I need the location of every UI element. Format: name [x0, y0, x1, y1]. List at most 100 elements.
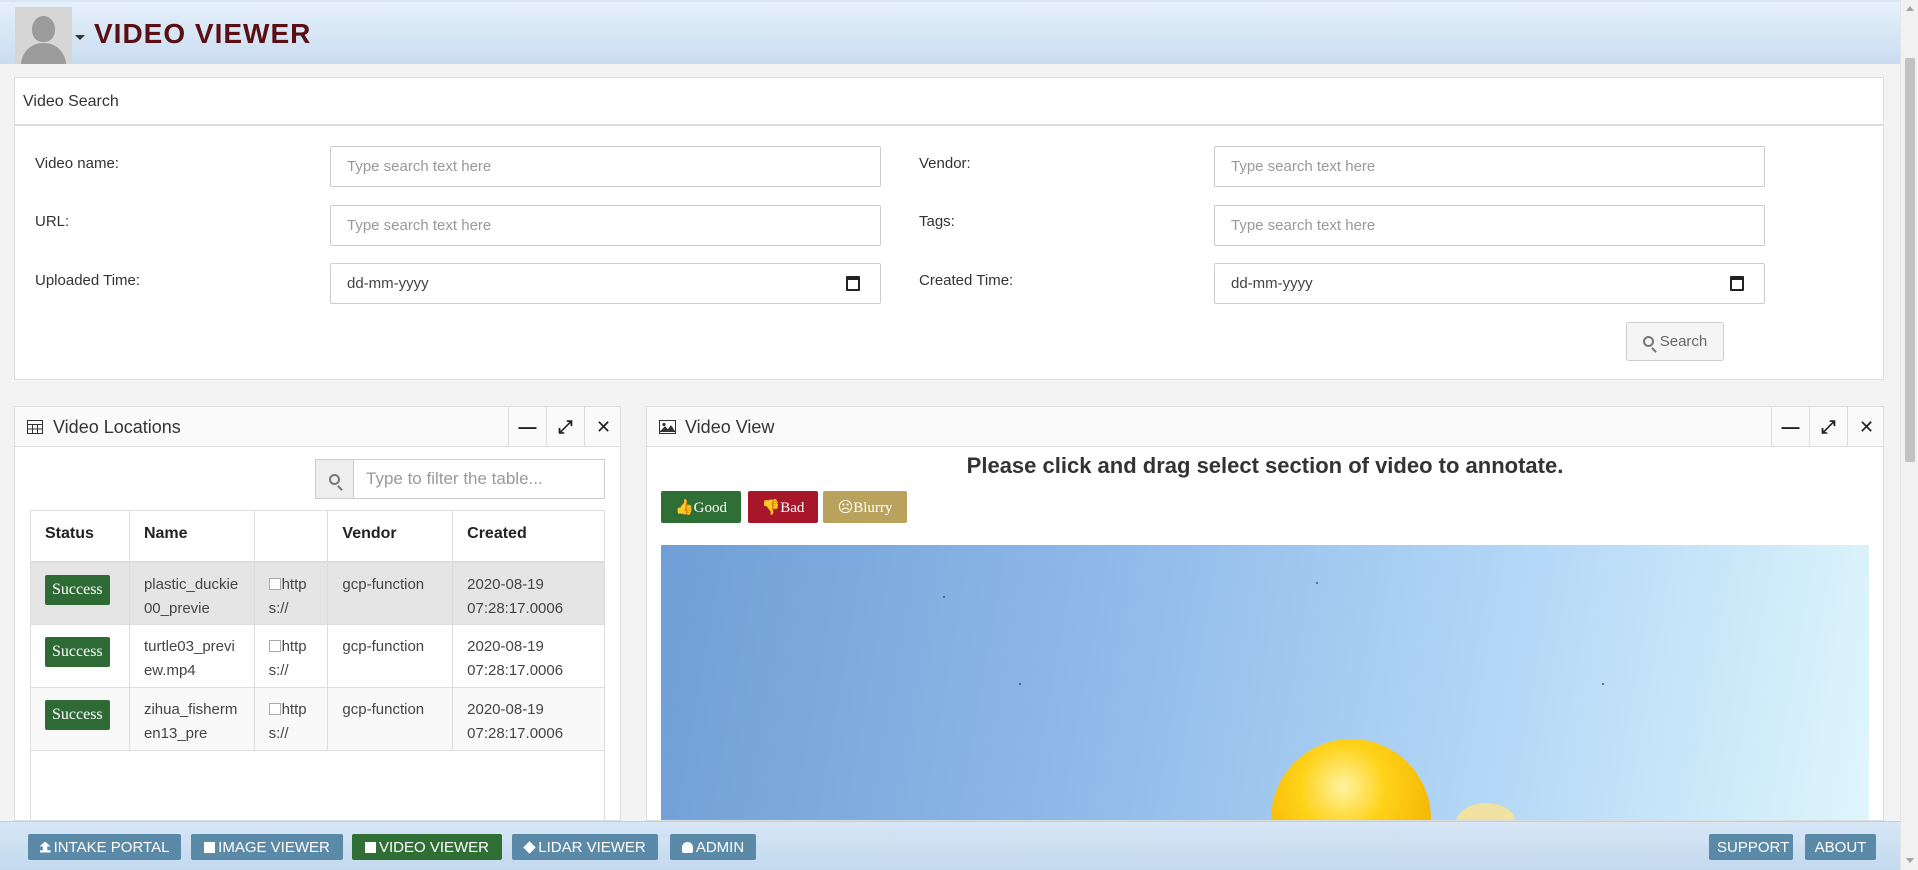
video-locations-header: Video Locations — ⤢ ✕ — [15, 407, 620, 447]
search-icon — [1642, 336, 1654, 347]
created-text: 2020-08-19 07:28:17.0006 — [467, 638, 564, 679]
table-row[interactable]: Success turtle03_preview.mp4 https:// gc… — [30, 624, 605, 688]
created-cell: 2020-08-19 07:28:17.0006 — [452, 687, 605, 751]
video-view-title: Video View — [685, 417, 775, 437]
minimize-icon[interactable]: — — [1771, 407, 1809, 447]
created-cell: 2020-08-19 07:28:17.0006 — [452, 561, 605, 625]
search-button[interactable]: Search — [1626, 322, 1724, 361]
table-filter-input[interactable] — [354, 460, 604, 498]
scroll-down-arrow-icon[interactable] — [1906, 858, 1914, 863]
upload-icon — [39, 841, 51, 853]
close-icon[interactable]: ✕ — [584, 407, 622, 447]
thumbnail-cell: https:// — [253, 624, 329, 688]
uploaded-time-label: Uploaded Time: — [35, 272, 141, 289]
table-filter — [315, 459, 605, 499]
image-viewer-button[interactable]: IMAGE VIEWER — [191, 834, 343, 860]
tags-label: Tags: — [919, 213, 955, 230]
thumbnail-cell: https:// — [253, 687, 329, 751]
created-text: 2020-08-19 07:28:17.0006 — [467, 701, 564, 742]
lidar-viewer-button[interactable]: LIDAR VIEWER — [512, 834, 658, 860]
table-row[interactable]: Success plastic_duckie00_previe https://… — [30, 561, 605, 625]
table-row[interactable]: Success zihua_fishermen13_pre https:// g… — [30, 687, 605, 751]
intake-portal-button[interactable]: INTAKE PORTAL — [28, 834, 181, 860]
close-icon[interactable]: ✕ — [1847, 407, 1883, 447]
file-video-icon — [364, 841, 376, 853]
video-name-input[interactable] — [330, 146, 881, 187]
intake-portal-label: INTAKE PORTAL — [53, 838, 170, 856]
avatar-body-shape — [21, 43, 66, 64]
status-badge: Success — [45, 700, 110, 730]
page-title: VIDEO VIEWER — [94, 18, 312, 49]
column-header-name[interactable]: Name — [128, 510, 255, 563]
vendor-cell: gcp-function — [327, 687, 454, 751]
created-time-date-input[interactable]: dd-mm-yyyy — [1214, 263, 1765, 304]
broken-image-thumbnail: https:// — [268, 576, 307, 617]
scroll-thumb[interactable] — [1905, 58, 1915, 462]
column-header-vendor[interactable]: Vendor — [327, 510, 454, 563]
minimize-icon[interactable]: — — [508, 407, 546, 447]
broken-image-icon — [268, 577, 281, 590]
created-cell: 2020-08-19 07:28:17.0006 — [452, 624, 605, 688]
vertical-scrollbar[interactable] — [1900, 0, 1918, 870]
filter-addon — [316, 460, 354, 498]
frown-icon: ☹ — [837, 499, 854, 516]
lidar-viewer-label: LIDAR VIEWER — [538, 838, 646, 856]
scroll-up-arrow-icon[interactable] — [1906, 6, 1914, 11]
expand-icon[interactable]: ⤢ — [546, 407, 584, 447]
video-name: zihua_fishermen13_pre — [143, 701, 238, 742]
search-button-label: Search — [1659, 333, 1708, 350]
vendor-label: Vendor: — [919, 155, 971, 172]
broken-image-thumbnail: https:// — [268, 638, 307, 679]
table-header-row: Status Name Vendor Created — [30, 510, 605, 563]
thumbs-down-icon: 👎 — [761, 499, 781, 516]
uploaded-time-date-text: dd-mm-yyyy — [347, 275, 429, 292]
column-header-created[interactable]: Created — [452, 510, 605, 563]
about-label: ABOUT — [1814, 838, 1867, 856]
vendor-text: gcp-function — [342, 701, 425, 718]
vendor-input[interactable] — [1214, 146, 1765, 187]
tags-input[interactable] — [1214, 205, 1765, 246]
video-speck — [1316, 582, 1318, 584]
bad-button-label: Bad — [780, 499, 805, 516]
about-button[interactable]: ABOUT — [1805, 834, 1876, 860]
blurry-button[interactable]: ☹Blurry — [823, 491, 907, 523]
video-search-panel: Video Search Video name: Vendor: URL: Ta… — [14, 77, 1884, 380]
good-button-label: Good — [693, 499, 728, 516]
video-speck — [943, 596, 945, 598]
column-header-status[interactable]: Status — [30, 510, 130, 563]
user-avatar[interactable] — [15, 7, 72, 64]
thumbs-up-icon: 👍 — [674, 499, 694, 516]
name-cell: turtle03_preview.mp4 — [128, 624, 255, 688]
video-view-widget: Video View — ⤢ ✕ Please click and drag s… — [646, 406, 1884, 821]
search-icon — [329, 474, 340, 485]
image-icon — [659, 420, 676, 434]
video-view-header: Video View — ⤢ ✕ — [647, 407, 1883, 447]
video-player[interactable] — [661, 545, 1869, 820]
good-button[interactable]: 👍Good — [661, 491, 741, 523]
name-cell: plastic_duckie00_previe — [128, 561, 255, 625]
bad-button[interactable]: 👎Bad — [748, 491, 818, 523]
cube-icon — [523, 840, 536, 854]
support-label: SUPPORT — [1717, 838, 1790, 856]
url-input[interactable] — [330, 205, 881, 246]
status-cell: Success — [30, 687, 130, 751]
app-header: VIDEO VIEWER — [0, 0, 1900, 64]
url-label: URL: — [35, 213, 70, 230]
video-viewer-button[interactable]: VIDEO VIEWER — [352, 834, 502, 860]
thumbnail-cell: https:// — [253, 561, 329, 625]
caret-down-icon[interactable] — [75, 35, 85, 40]
name-cell: zihua_fishermen13_pre — [128, 687, 255, 751]
annotation-instruction: Please click and drag select section of … — [966, 453, 1564, 478]
calendar-icon[interactable] — [846, 276, 860, 291]
image-viewer-label: IMAGE VIEWER — [218, 838, 330, 856]
video-speck — [1019, 683, 1021, 685]
uploaded-time-date-input[interactable]: dd-mm-yyyy — [330, 263, 881, 304]
column-header-url[interactable] — [253, 510, 329, 563]
video-name: turtle03_preview.mp4 — [143, 638, 235, 679]
admin-button[interactable]: ADMIN — [670, 834, 756, 860]
calendar-icon[interactable] — [1730, 276, 1744, 291]
status-cell: Success — [30, 624, 130, 688]
support-button[interactable]: SUPPORT — [1709, 834, 1793, 860]
expand-icon[interactable]: ⤢ — [1809, 407, 1847, 447]
video-locations-title: Video Locations — [53, 417, 181, 437]
